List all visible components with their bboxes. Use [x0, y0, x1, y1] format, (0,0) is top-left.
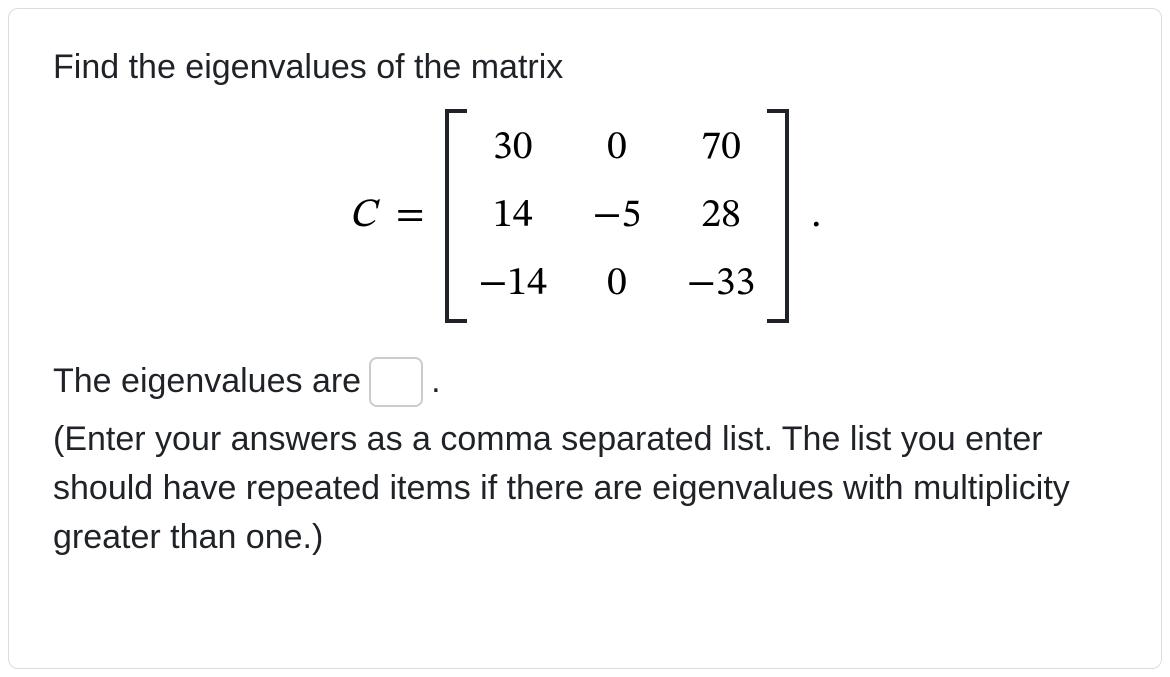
answer-label: The eigenvalues are — [53, 359, 361, 405]
equals-sign: = — [396, 191, 425, 241]
matrix-period: . — [811, 191, 821, 241]
matrix-cell-r2c1: 14 — [479, 191, 547, 241]
matrix-cell-r2c3: 28 — [687, 191, 755, 241]
matrix-cell-r3c3: −33 — [687, 259, 755, 309]
matrix-variable: C — [349, 191, 376, 241]
right-bracket — [779, 109, 789, 323]
matrix-cell-r1c1: 30 — [479, 123, 547, 173]
matrix-cell-r2c2: −5 — [589, 191, 645, 241]
left-bracket — [445, 109, 455, 323]
matrix-cell-r1c3: 70 — [687, 123, 755, 173]
matrix-cell-r3c1: −14 — [479, 259, 547, 309]
answer-row: The eigenvalues are . — [53, 357, 1117, 407]
question-card: Find the eigenvalues of the matrix C = 3… — [8, 8, 1162, 669]
matrix-equation: C = 30 0 70 14 −5 28 −14 0 −33 . — [53, 109, 1117, 323]
matrix-cell-r1c2: 0 — [589, 123, 645, 173]
matrix-C: 30 0 70 14 −5 28 −14 0 −33 — [445, 109, 790, 323]
eigenvalues-input[interactable] — [369, 357, 423, 407]
prompt-text: Find the eigenvalues of the matrix — [53, 45, 1117, 91]
answer-period: . — [431, 359, 440, 405]
matrix-cell-r3c2: 0 — [589, 259, 645, 309]
hint-text: (Enter your answers as a comma separated… — [53, 415, 1117, 563]
